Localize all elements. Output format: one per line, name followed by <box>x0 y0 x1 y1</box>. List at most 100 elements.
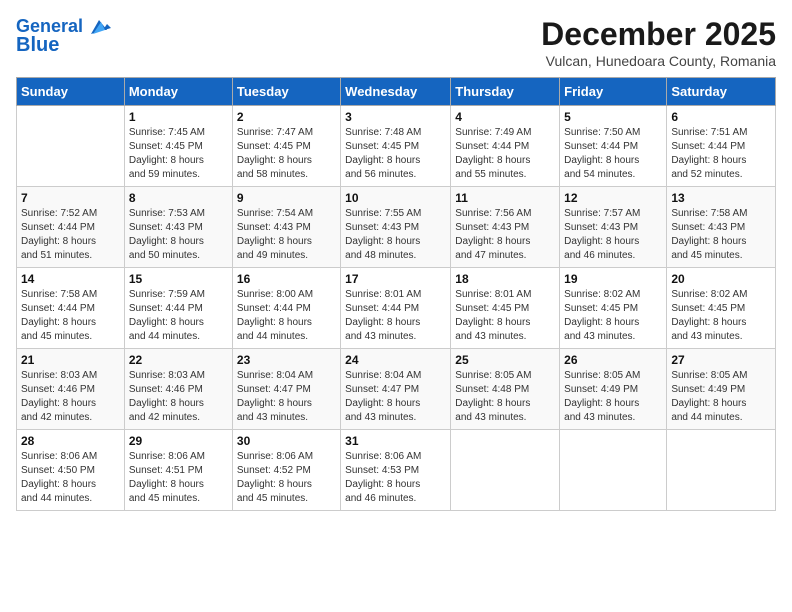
calendar-day-cell: 22 Sunrise: 8:03 AM Sunset: 4:46 PM Dayli… <box>124 349 232 430</box>
day-info: Sunrise: 8:05 AM Sunset: 4:49 PM Dayligh… <box>671 369 771 425</box>
day-number: 14 <box>21 272 120 286</box>
calendar-body: 1 Sunrise: 7:45 AM Sunset: 4:45 PM Daylig… <box>17 106 776 511</box>
day-info: Sunrise: 8:04 AM Sunset: 4:47 PM Dayligh… <box>345 369 446 425</box>
calendar-day-cell: 26Sunrise: 8:05 AM Sunset: 4:49 PM Dayli… <box>560 349 667 430</box>
day-number: 16 <box>237 272 336 286</box>
calendar-day-cell: 12 Sunrise: 7:57 AM Sunset: 4:43 PM Dayli… <box>560 187 667 268</box>
day-number: 29 <box>129 434 228 448</box>
day-number: 15 <box>129 272 228 286</box>
day-info: Sunrise: 8:05 AM Sunset: 4:48 PM Dayligh… <box>455 369 555 425</box>
day-info: Sunrise: 7:54 AM Sunset: 4:43 PM Dayligh… <box>237 207 336 263</box>
calendar-day-cell: 16Sunrise: 8:00 AM Sunset: 4:44 PM Dayli… <box>232 268 340 349</box>
calendar-day-cell: 11Sunrise: 7:56 AM Sunset: 4:43 PM Dayli… <box>451 187 560 268</box>
day-number: 22 <box>129 353 228 367</box>
day-number: 3 <box>345 110 446 124</box>
day-of-week-header: Wednesday <box>341 78 451 106</box>
calendar-day-cell: 19Sunrise: 8:02 AM Sunset: 4:45 PM Dayli… <box>560 268 667 349</box>
logo-blue-text: Blue <box>16 34 59 56</box>
day-info: Sunrise: 8:03 AM Sunset: 4:46 PM Dayligh… <box>21 369 120 425</box>
calendar-day-cell: 21 Sunrise: 8:03 AM Sunset: 4:46 PM Dayli… <box>17 349 125 430</box>
day-number: 2 <box>237 110 336 124</box>
day-info: Sunrise: 7:49 AM Sunset: 4:44 PM Dayligh… <box>455 126 555 182</box>
logo-bird-icon <box>83 16 111 38</box>
day-number: 21 <box>21 353 120 367</box>
day-number: 10 <box>345 191 446 205</box>
calendar-week-row: 28 Sunrise: 8:06 AM Sunset: 4:50 PM Dayli… <box>17 430 776 511</box>
calendar-day-cell: 30 Sunrise: 8:06 AM Sunset: 4:52 PM Dayli… <box>232 430 340 511</box>
calendar-day-cell: 14 Sunrise: 7:58 AM Sunset: 4:44 PM Dayli… <box>17 268 125 349</box>
title-area: December 2025 Vulcan, Hunedoara County, … <box>541 16 776 69</box>
day-number: 28 <box>21 434 120 448</box>
day-info: Sunrise: 8:03 AM Sunset: 4:46 PM Dayligh… <box>129 369 228 425</box>
calendar-week-row: 7Sunrise: 7:52 AM Sunset: 4:44 PM Daylig… <box>17 187 776 268</box>
calendar-day-cell: 29 Sunrise: 8:06 AM Sunset: 4:51 PM Dayli… <box>124 430 232 511</box>
day-info: Sunrise: 8:06 AM Sunset: 4:52 PM Dayligh… <box>237 450 336 506</box>
day-of-week-header: Saturday <box>667 78 776 106</box>
day-of-week-header: Thursday <box>451 78 560 106</box>
day-info: Sunrise: 7:45 AM Sunset: 4:45 PM Dayligh… <box>129 126 228 182</box>
calendar-table: SundayMondayTuesdayWednesdayThursdayFrid… <box>16 77 776 511</box>
day-number: 31 <box>345 434 446 448</box>
calendar-day-cell: 15 Sunrise: 7:59 AM Sunset: 4:44 PM Dayli… <box>124 268 232 349</box>
calendar-day-cell: 10 Sunrise: 7:55 AM Sunset: 4:43 PM Dayli… <box>341 187 451 268</box>
day-number: 5 <box>564 110 662 124</box>
day-info: Sunrise: 8:06 AM Sunset: 4:50 PM Dayligh… <box>21 450 120 506</box>
calendar-day-cell: 18 Sunrise: 8:01 AM Sunset: 4:45 PM Dayli… <box>451 268 560 349</box>
day-number: 13 <box>671 191 771 205</box>
calendar-day-cell: 3Sunrise: 7:48 AM Sunset: 4:45 PM Daylig… <box>341 106 451 187</box>
calendar-day-cell: 5Sunrise: 7:50 AM Sunset: 4:44 PM Daylig… <box>560 106 667 187</box>
calendar-week-row: 1 Sunrise: 7:45 AM Sunset: 4:45 PM Daylig… <box>17 106 776 187</box>
day-info: Sunrise: 8:06 AM Sunset: 4:51 PM Dayligh… <box>129 450 228 506</box>
calendar-day-cell: 17 Sunrise: 8:01 AM Sunset: 4:44 PM Dayli… <box>341 268 451 349</box>
day-info: Sunrise: 7:52 AM Sunset: 4:44 PM Dayligh… <box>21 207 120 263</box>
day-number: 6 <box>671 110 771 124</box>
day-info: Sunrise: 8:06 AM Sunset: 4:53 PM Dayligh… <box>345 450 446 506</box>
day-number: 12 <box>564 191 662 205</box>
day-of-week-header: Sunday <box>17 78 125 106</box>
day-number: 18 <box>455 272 555 286</box>
day-info: Sunrise: 7:57 AM Sunset: 4:43 PM Dayligh… <box>564 207 662 263</box>
calendar-day-cell: 8Sunrise: 7:53 AM Sunset: 4:43 PM Daylig… <box>124 187 232 268</box>
day-info: Sunrise: 8:01 AM Sunset: 4:45 PM Dayligh… <box>455 288 555 344</box>
calendar-header-row: SundayMondayTuesdayWednesdayThursdayFrid… <box>17 78 776 106</box>
calendar-day-cell: 20Sunrise: 8:02 AM Sunset: 4:45 PM Dayli… <box>667 268 776 349</box>
day-of-week-header: Monday <box>124 78 232 106</box>
day-info: Sunrise: 8:02 AM Sunset: 4:45 PM Dayligh… <box>671 288 771 344</box>
day-number: 17 <box>345 272 446 286</box>
calendar-day-cell: 13 Sunrise: 7:58 AM Sunset: 4:43 PM Dayli… <box>667 187 776 268</box>
calendar-day-cell: 4 Sunrise: 7:49 AM Sunset: 4:44 PM Daylig… <box>451 106 560 187</box>
calendar-day-cell: 6 Sunrise: 7:51 AM Sunset: 4:44 PM Daylig… <box>667 106 776 187</box>
day-info: Sunrise: 7:47 AM Sunset: 4:45 PM Dayligh… <box>237 126 336 182</box>
calendar-day-cell: 23Sunrise: 8:04 AM Sunset: 4:47 PM Dayli… <box>232 349 340 430</box>
day-info: Sunrise: 7:59 AM Sunset: 4:44 PM Dayligh… <box>129 288 228 344</box>
day-info: Sunrise: 8:01 AM Sunset: 4:44 PM Dayligh… <box>345 288 446 344</box>
calendar-day-cell <box>451 430 560 511</box>
day-number: 4 <box>455 110 555 124</box>
calendar-day-cell: 1 Sunrise: 7:45 AM Sunset: 4:45 PM Daylig… <box>124 106 232 187</box>
day-info: Sunrise: 7:58 AM Sunset: 4:44 PM Dayligh… <box>21 288 120 344</box>
calendar-day-cell <box>560 430 667 511</box>
calendar-day-cell: 27Sunrise: 8:05 AM Sunset: 4:49 PM Dayli… <box>667 349 776 430</box>
calendar-week-row: 14 Sunrise: 7:58 AM Sunset: 4:44 PM Dayli… <box>17 268 776 349</box>
day-number: 8 <box>129 191 228 205</box>
day-number: 24 <box>345 353 446 367</box>
calendar-day-cell: 28 Sunrise: 8:06 AM Sunset: 4:50 PM Dayli… <box>17 430 125 511</box>
day-info: Sunrise: 7:56 AM Sunset: 4:43 PM Dayligh… <box>455 207 555 263</box>
day-of-week-header: Friday <box>560 78 667 106</box>
day-info: Sunrise: 7:51 AM Sunset: 4:44 PM Dayligh… <box>671 126 771 182</box>
day-info: Sunrise: 7:58 AM Sunset: 4:43 PM Dayligh… <box>671 207 771 263</box>
day-info: Sunrise: 8:04 AM Sunset: 4:47 PM Dayligh… <box>237 369 336 425</box>
day-number: 26 <box>564 353 662 367</box>
calendar-day-cell <box>17 106 125 187</box>
page-header: General Blue December 2025 Vulcan, Huned… <box>16 16 776 69</box>
day-number: 1 <box>129 110 228 124</box>
calendar-week-row: 21 Sunrise: 8:03 AM Sunset: 4:46 PM Dayli… <box>17 349 776 430</box>
calendar-day-cell: 25 Sunrise: 8:05 AM Sunset: 4:48 PM Dayli… <box>451 349 560 430</box>
day-info: Sunrise: 7:55 AM Sunset: 4:43 PM Dayligh… <box>345 207 446 263</box>
day-number: 30 <box>237 434 336 448</box>
day-number: 25 <box>455 353 555 367</box>
calendar-day-cell: 9Sunrise: 7:54 AM Sunset: 4:43 PM Daylig… <box>232 187 340 268</box>
calendar-day-cell: 7Sunrise: 7:52 AM Sunset: 4:44 PM Daylig… <box>17 187 125 268</box>
location-subtitle: Vulcan, Hunedoara County, Romania <box>541 53 776 69</box>
calendar-day-cell: 2 Sunrise: 7:47 AM Sunset: 4:45 PM Daylig… <box>232 106 340 187</box>
